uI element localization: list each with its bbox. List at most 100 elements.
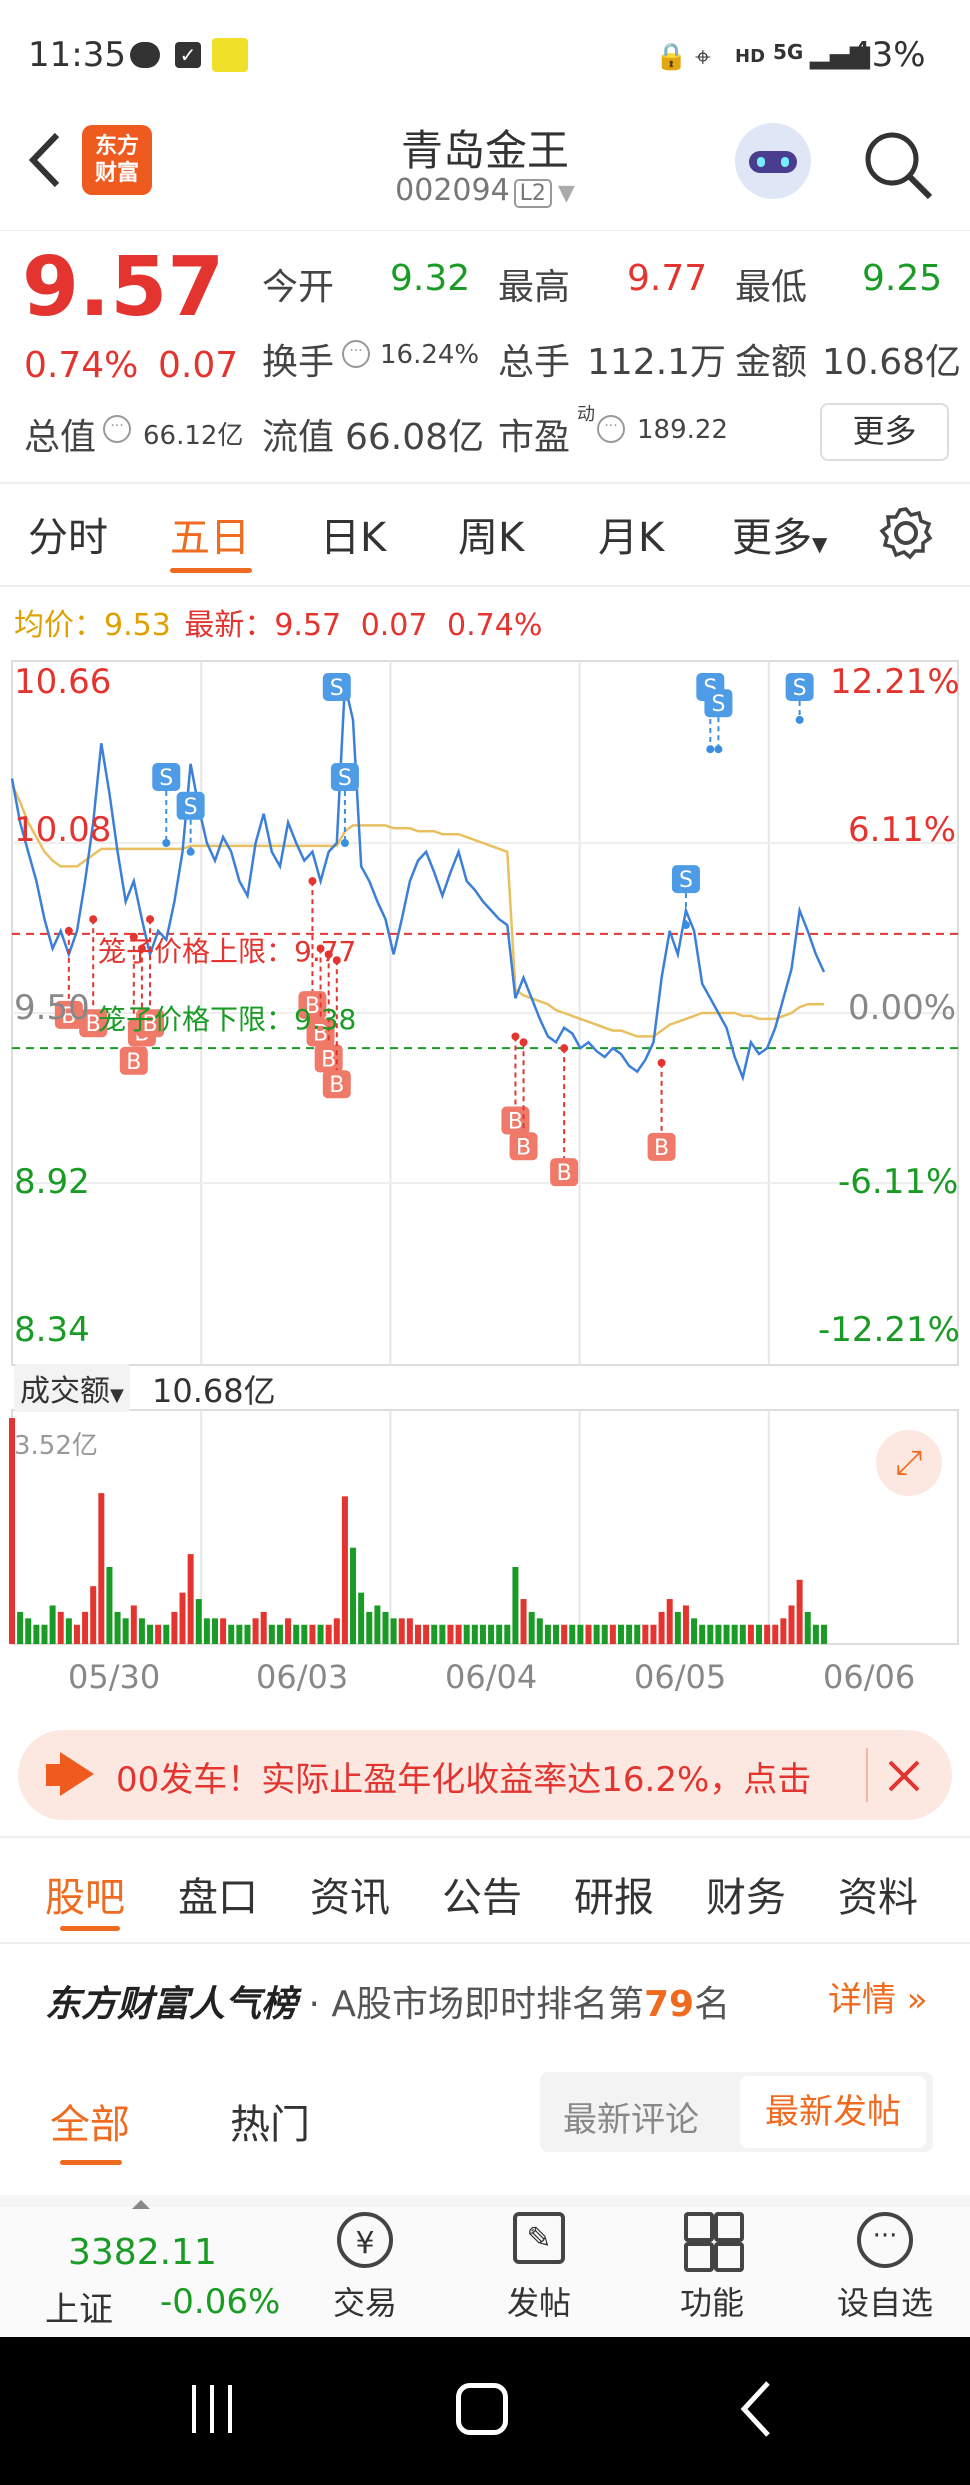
nav-functions[interactable]: 功能	[657, 2212, 767, 2324]
volume-bar	[593, 1624, 600, 1644]
lock-icon: 🔒	[655, 42, 688, 72]
more-icon: ···	[857, 2212, 913, 2268]
chart-info-line: 均价：9.53 最新：9.57 0.07 0.74%	[14, 608, 543, 643]
volume-bar	[788, 1605, 795, 1644]
ranking-row[interactable]: 东方财富人气榜 · A股市场即时排名第79名	[45, 1975, 730, 2027]
volume-bar	[382, 1611, 389, 1644]
close-icon[interactable]	[884, 1756, 924, 1796]
sort-latest-comment[interactable]: 最新评论	[563, 2092, 699, 2141]
amount-label: 金额	[735, 342, 808, 383]
subtab-all[interactable]: 全部	[50, 2092, 130, 2150]
stock-code: 002094 L2 ▼	[395, 173, 575, 208]
tab-research[interactable]: 研报	[574, 1865, 654, 1923]
sell-signal-dot	[186, 847, 195, 856]
buy-signal-dot	[511, 1032, 520, 1041]
sell-signal-label: S	[679, 868, 693, 893]
change-percent: 0.74%	[24, 345, 139, 386]
sell-signal-dot	[795, 715, 804, 724]
volume-bar	[130, 1605, 137, 1644]
subtab-hot[interactable]: 热门	[230, 2092, 310, 2150]
five-day-price-chart[interactable]: BBBBBBBBBBBBBSSSSSSSS	[0, 648, 970, 1708]
volume-selector[interactable]: 成交额▼	[14, 1364, 130, 1412]
volume-bar	[203, 1618, 210, 1644]
nav-post[interactable]: ✎ 发帖	[484, 2212, 594, 2324]
volume-bar	[293, 1624, 300, 1644]
index-value[interactable]: 3382.11	[68, 2232, 217, 2273]
chat-icon	[130, 42, 160, 68]
yen-icon: ¥	[337, 2212, 393, 2268]
nav-add-watchlist[interactable]: ··· 设自选	[825, 2212, 945, 2324]
divider	[0, 1836, 970, 1838]
nav-trade[interactable]: ¥ 交易	[310, 2212, 420, 2324]
buy-signal-dot	[519, 1038, 528, 1047]
volume-bar	[626, 1624, 633, 1644]
volume-bar	[585, 1624, 592, 1644]
volume-bar	[569, 1624, 576, 1644]
buy-signal-label: B	[508, 1109, 523, 1134]
home-icon[interactable]	[456, 2383, 508, 2435]
promo-banner[interactable]: 00发车！实际止盈年化收益率达16.2%，点击	[18, 1730, 952, 1820]
lower-cage-label: 笼子价格下限：9.38	[98, 1003, 357, 1036]
volume-bar	[561, 1624, 568, 1644]
volume-bar	[358, 1592, 365, 1644]
sell-signal-dot	[340, 839, 349, 847]
recent-apps-icon[interactable]	[188, 2385, 236, 2433]
ranking-details-link[interactable]: 详情 »	[828, 1972, 928, 2021]
info-icon[interactable]: ···	[597, 415, 625, 443]
expand-icon[interactable]: ⤢	[876, 1430, 942, 1496]
pe-label: 市盈	[498, 417, 571, 458]
active-section-indicator	[60, 1926, 120, 1931]
tab-announcements[interactable]: 公告	[442, 1865, 522, 1923]
tab-weekly-k[interactable]: 周K	[458, 505, 524, 563]
volume-bar	[187, 1554, 194, 1644]
index-change: -0.06%	[160, 2282, 281, 2322]
y-tick-left: 9.50	[14, 988, 90, 1028]
volume-bar	[73, 1624, 80, 1644]
y-tick-right: 6.11%	[848, 810, 957, 850]
buy-signal-label: B	[321, 1047, 336, 1072]
info-icon[interactable]: ···	[103, 415, 131, 443]
tab-more[interactable]: 更多▼	[732, 505, 827, 563]
buy-signal-dot	[657, 1058, 666, 1067]
volume-bar	[398, 1618, 405, 1644]
volume-bar	[211, 1618, 218, 1644]
float-label: 流值	[262, 417, 335, 458]
settings-gear-icon[interactable]	[878, 505, 934, 561]
volume-bar	[455, 1624, 462, 1644]
volume-bar	[520, 1599, 527, 1644]
sell-signal-label: S	[330, 676, 344, 701]
sort-latest-post[interactable]: 最新发帖	[740, 2076, 926, 2148]
info-icon[interactable]: ···	[342, 340, 370, 368]
back-icon[interactable]	[738, 2379, 774, 2439]
volume-bar	[739, 1624, 746, 1644]
tab-finance[interactable]: 财务	[706, 1865, 786, 1923]
tab-monthly-k[interactable]: 月K	[598, 505, 664, 563]
buy-signal-dot	[146, 915, 155, 924]
volume-bar	[350, 1547, 357, 1644]
volume-bar	[171, 1611, 178, 1644]
robot-avatar-icon[interactable]	[735, 123, 811, 199]
volume-bar	[699, 1624, 706, 1644]
sell-signal-label: S	[793, 676, 807, 701]
search-icon[interactable]	[860, 127, 936, 203]
pe-value: 189.22	[637, 415, 728, 445]
tab-news[interactable]: 资讯	[310, 1865, 390, 1923]
app-icon	[212, 38, 248, 72]
low-label: 最低	[735, 267, 808, 308]
banner-text: 00发车！实际止盈年化收益率达16.2%，点击	[116, 1760, 812, 1800]
mcap-value: 66.12亿	[143, 421, 244, 451]
level-badge[interactable]: L2	[513, 179, 552, 208]
tab-profile[interactable]: 资料	[838, 1865, 918, 1923]
tab-five-day[interactable]: 五日	[170, 505, 250, 563]
more-button[interactable]: 更多	[820, 403, 949, 461]
y-tick-right: 12.21%	[830, 662, 960, 702]
volume-bar	[163, 1624, 170, 1644]
tab-forum[interactable]: 股吧	[45, 1865, 125, 1923]
volume-bar	[820, 1624, 827, 1644]
pe-sup: 动	[577, 404, 595, 425]
tab-orderbook[interactable]: 盘口	[178, 1865, 258, 1923]
volume-bar	[366, 1611, 373, 1644]
tab-daily-k[interactable]: 日K	[320, 505, 386, 563]
tab-intraday[interactable]: 分时	[28, 505, 108, 563]
y-tick-left: 10.08	[14, 810, 112, 850]
